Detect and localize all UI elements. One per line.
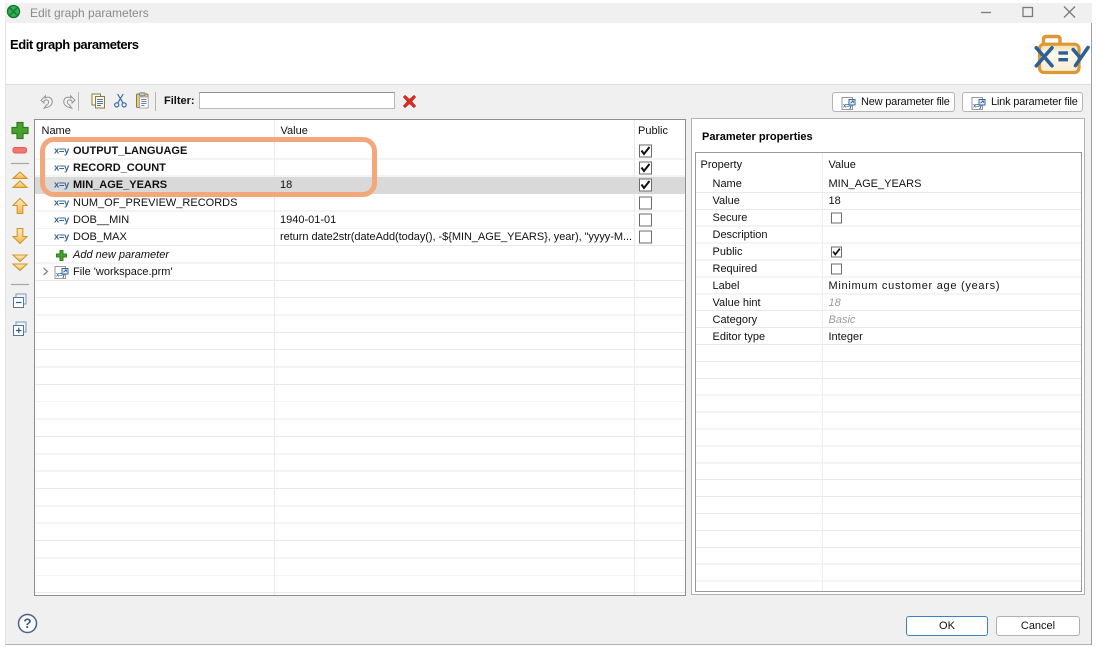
svg-text:?: ?	[23, 616, 31, 631]
